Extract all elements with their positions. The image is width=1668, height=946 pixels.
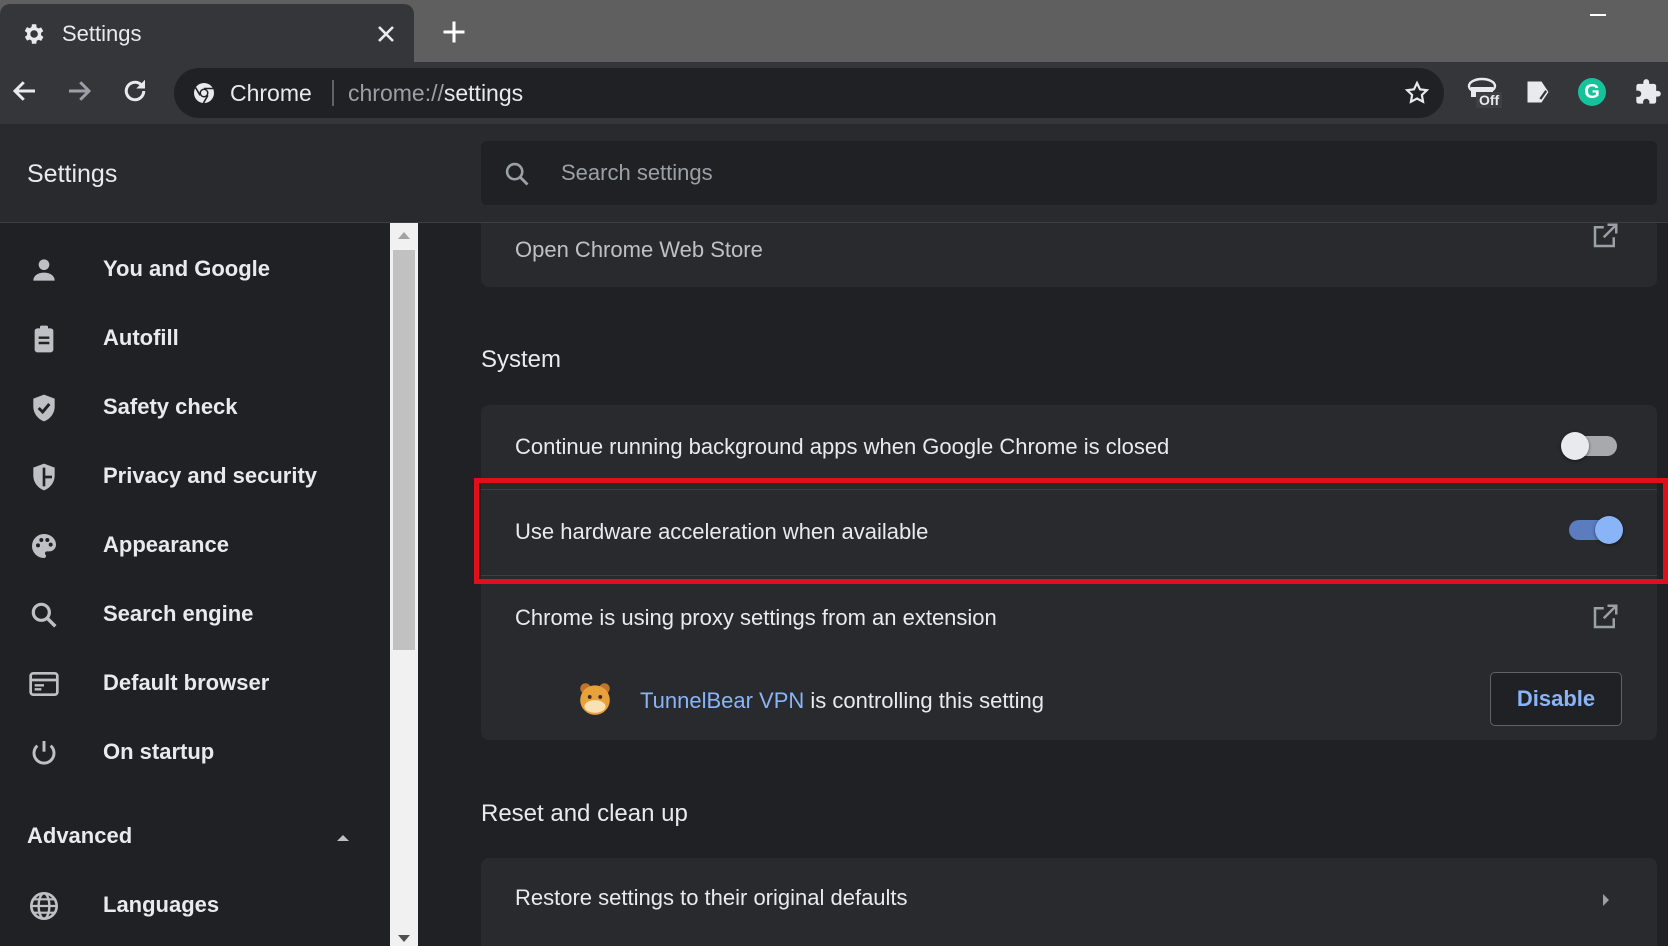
highlight-box: [474, 478, 1668, 584]
sidebar-item-label: Appearance: [103, 532, 229, 557]
palette-icon: [32, 534, 56, 558]
controlling-text: is controlling this setting: [804, 688, 1044, 713]
shield-icon: [33, 463, 55, 491]
sidebar-item-label: On startup: [103, 739, 215, 764]
site-chip-label: Chrome: [230, 80, 312, 106]
shield-check-icon: [33, 394, 55, 422]
tab-settings[interactable]: Settings: [0, 4, 414, 62]
tunnelbear-link[interactable]: TunnelBear VPN: [640, 688, 804, 713]
close-tab-icon[interactable]: [374, 22, 398, 46]
proxy-controller-line: TunnelBear VPN is controlling this setti…: [640, 688, 1044, 714]
restore-defaults-row[interactable]: Restore settings to their original defau…: [481, 858, 1657, 946]
toggle-knob: [1561, 432, 1589, 460]
proxy-settings-label: Chrome is using proxy settings from an e…: [515, 605, 997, 630]
sidebar-item-search-engine[interactable]: Search engine: [0, 585, 380, 645]
search-placeholder: Search settings: [561, 160, 713, 185]
sidebar-item-you-and-google[interactable]: You and Google: [0, 240, 380, 300]
search-icon: [505, 162, 529, 186]
address-bar[interactable]: Chrome chrome://settings: [174, 68, 1444, 118]
tab-strip: Settings: [0, 0, 1668, 62]
chevron-right-icon: [1603, 894, 1609, 906]
forward-icon[interactable]: [64, 76, 94, 106]
url-host: settings: [443, 80, 524, 106]
settings-title: Settings: [27, 160, 118, 188]
sidebar-item-label: Search engine: [103, 601, 254, 626]
search-settings-input[interactable]: Search settings: [481, 141, 1657, 205]
sidebar-item-languages[interactable]: Languages: [0, 876, 380, 936]
external-link-icon[interactable]: [1590, 602, 1620, 632]
restore-defaults-label: Restore settings to their original defau…: [515, 885, 908, 910]
settings-sidebar: You and Google Autofill Safety check Pri…: [0, 223, 390, 946]
url-scheme: chrome://: [348, 80, 444, 106]
advanced-section-toggle[interactable]: Advanced: [27, 823, 132, 849]
scrollbar-thumb[interactable]: [393, 250, 415, 650]
person-icon: [33, 259, 55, 281]
open-web-store-link[interactable]: Open Chrome Web Store: [515, 237, 763, 263]
grammarly-extension-icon[interactable]: G: [1578, 78, 1606, 106]
reset-section-title: Reset and clean up: [481, 800, 688, 827]
extension-badge: Off: [1476, 92, 1503, 108]
sidebar-item-privacy-and-security[interactable]: Privacy and security: [0, 447, 380, 507]
external-link-icon[interactable]: [1590, 221, 1620, 251]
sidebar-item-label: You and Google: [103, 256, 271, 281]
sidebar-item-on-startup[interactable]: On startup: [0, 723, 380, 783]
browser-toolbar: Chrome chrome://settings Off G: [0, 62, 1668, 124]
scroll-down-arrow-icon[interactable]: [396, 934, 412, 944]
globe-icon: [30, 892, 58, 920]
background-apps-label: Continue running background apps when Go…: [515, 434, 1170, 459]
sidebar-item-default-browser[interactable]: Default browser: [0, 654, 380, 714]
background-apps-toggle[interactable]: [1561, 431, 1621, 461]
sidebar-item-safety-check[interactable]: Safety check: [0, 378, 380, 438]
browser-window-icon: [29, 672, 59, 696]
reload-icon[interactable]: [120, 76, 150, 106]
proxy-off-extension-icon[interactable]: Off: [1466, 76, 1506, 112]
gear-icon: [24, 24, 44, 44]
sidebar-item-label: Default browser: [103, 670, 270, 695]
new-tab-icon[interactable]: [440, 18, 468, 46]
search-icon: [31, 602, 57, 628]
disable-extension-button[interactable]: Disable: [1490, 672, 1622, 726]
web-store-card[interactable]: Open Chrome Web Store: [481, 223, 1657, 287]
chrome-logo-icon: [194, 83, 214, 104]
sidebar-item-label: Autofill: [103, 325, 179, 350]
sidebar-item-label: Languages: [103, 892, 220, 917]
url-text[interactable]: chrome://settings: [348, 80, 523, 107]
omnibox-separator: [332, 80, 334, 106]
tunnelbear-logo-icon: [580, 683, 610, 715]
extensions-puzzle-icon[interactable]: [1634, 78, 1662, 106]
back-icon[interactable]: [10, 76, 40, 106]
sidebar-item-label: Privacy and security: [103, 463, 318, 488]
sidebar-item-appearance[interactable]: Appearance: [0, 516, 380, 576]
tab-title: Settings: [62, 21, 142, 46]
minimize-icon[interactable]: [1588, 6, 1608, 26]
scroll-up-arrow-icon[interactable]: [396, 230, 412, 240]
tag-extension-icon[interactable]: [1524, 78, 1552, 106]
clipboard-icon: [34, 325, 54, 353]
caret-up-icon[interactable]: [333, 829, 353, 845]
system-section-title: System: [481, 346, 562, 373]
sidebar-item-autofill[interactable]: Autofill: [0, 309, 380, 369]
settings-header: Settings Search settings: [0, 124, 1668, 223]
power-icon: [32, 741, 56, 765]
sidebar-item-label: Safety check: [103, 394, 238, 419]
bookmark-star-icon[interactable]: [1404, 80, 1430, 106]
